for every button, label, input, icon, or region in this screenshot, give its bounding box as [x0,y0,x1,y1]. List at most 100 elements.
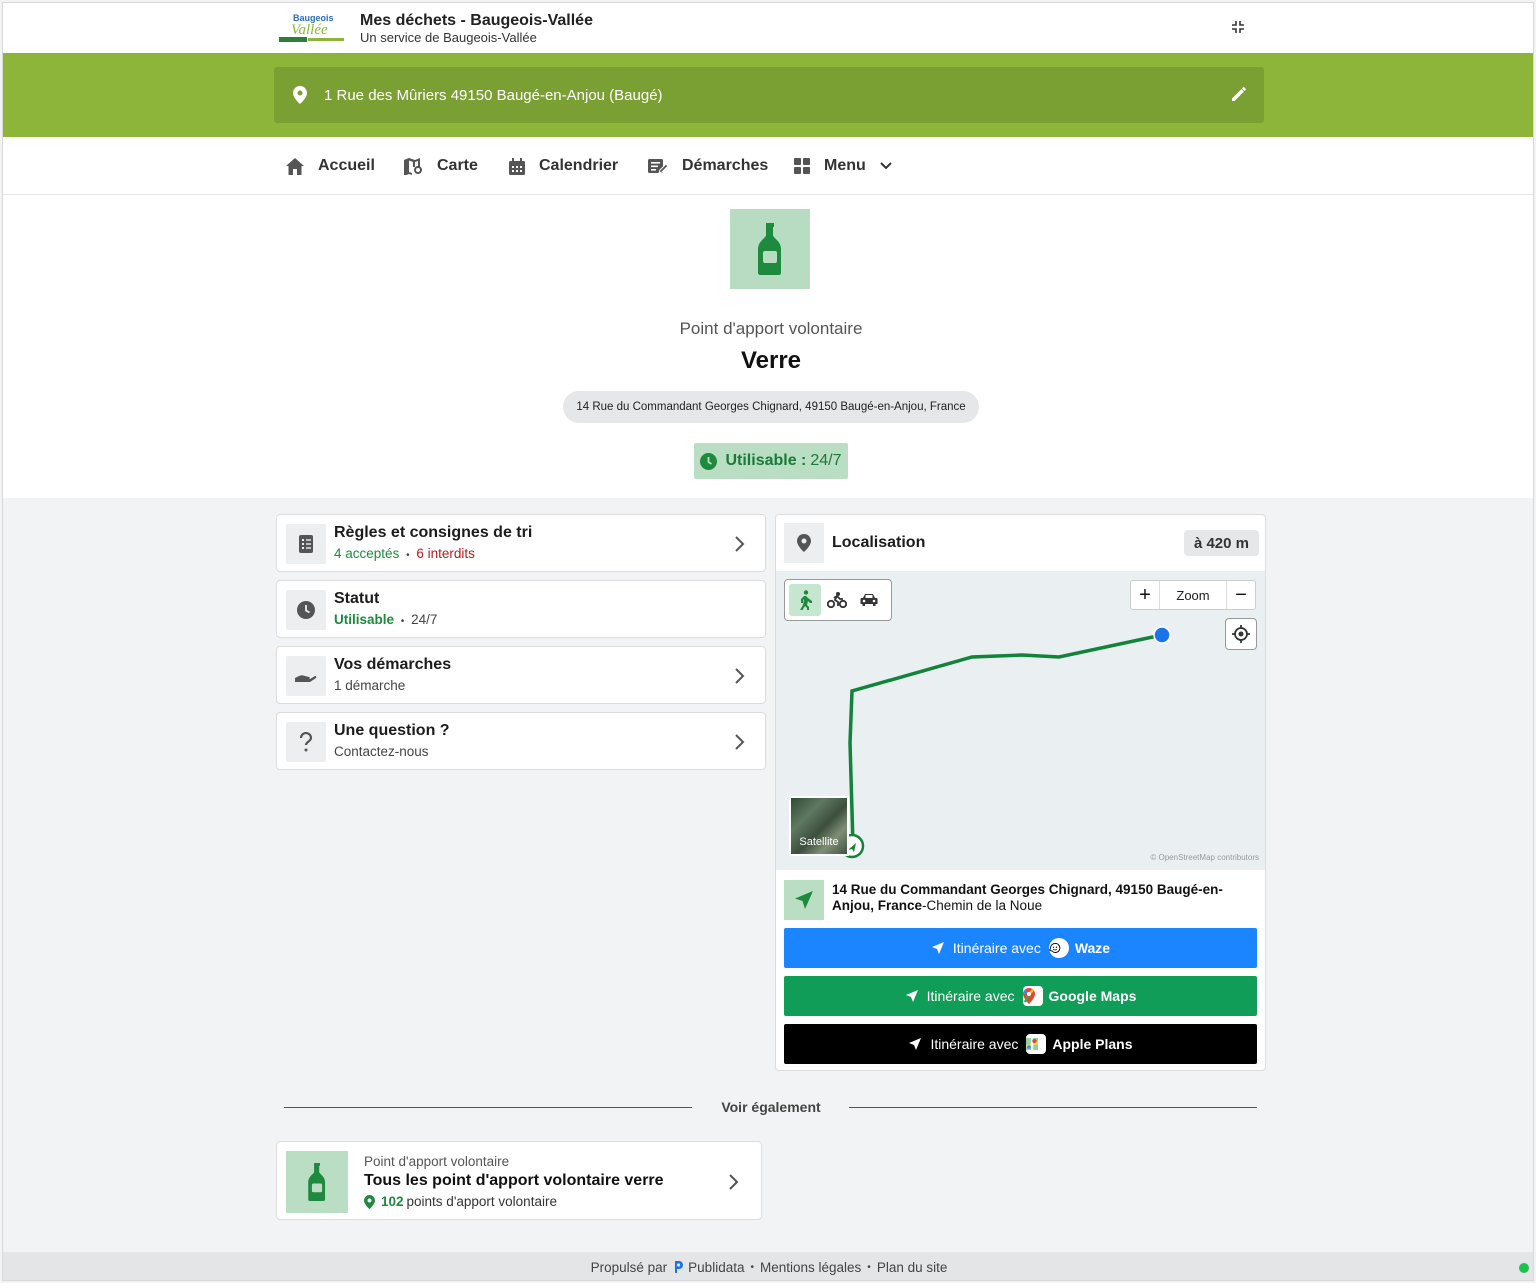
pencil-icon[interactable] [1230,85,1250,105]
nav-menu[interactable]: Menu [794,137,892,195]
google-maps-icon [1022,986,1043,1006]
publidata-link[interactable]: Publidata [673,1260,744,1275]
satellite-label: Satellite [799,836,839,848]
forbidden-label: interdits [427,546,475,561]
hero-kicker: Point d'apport volontaire [679,319,863,338]
nav-carte[interactable]: Carte [403,137,478,195]
card-status: Statut Utilisable • 24/7 [276,580,766,638]
accepted-label: acceptés [345,546,400,561]
localisation-title: Localisation [832,534,926,551]
card-question[interactable]: Une question ? Contactez-nous [276,712,766,770]
see-also-label: Voir également [721,1099,821,1115]
chevron-right-icon [735,668,745,684]
hero-section: Point d'apport volontaire Verre 14 Rue d… [3,195,1533,498]
card-title: Statut [334,590,380,607]
nav-demarches[interactable]: Démarches [648,137,768,195]
navigation-arrow-icon [784,880,824,920]
see-also-kicker: Point d'apport volontaire [364,1154,510,1169]
address-selector[interactable]: 1 Rue des Mûriers 49150 Baugé-en-Anjou (… [274,67,1264,123]
current-address: 1 Rue des Mûriers 49150 Baugé-en-Anjou (… [324,86,663,104]
separator: • [406,550,410,561]
clock-icon [286,590,326,630]
locate-me-icon[interactable] [1225,618,1257,650]
nav-label: Démarches [682,157,769,174]
zoom-control: + Zoom − [1130,580,1256,610]
walk-icon[interactable] [789,584,821,616]
zoom-in-button[interactable]: + [1131,581,1159,609]
distance-badge: à 420 m [1183,530,1259,556]
legal-link[interactable]: Mentions légales [760,1260,861,1275]
card-subtitle: Contactez-nous [334,744,429,759]
powered-by-text: Propulsé par [590,1259,668,1275]
nav-label: Calendrier [539,157,619,174]
nav-accueil[interactable]: Accueil [286,137,375,195]
chevron-right-icon [729,1174,739,1190]
hours-text: 24/7 [411,612,438,627]
divider-right [849,1107,1257,1108]
map-pin-icon [784,523,824,563]
compress-icon[interactable] [1227,16,1249,38]
logo-text-main: Vallée [291,22,328,38]
sitemap-link[interactable]: Plan du site [877,1260,948,1275]
baugeois-vallee-logo[interactable]: Baugeois Vallée [277,11,347,45]
map-pin-icon [290,85,310,105]
nav-calendrier[interactable]: Calendrier [509,137,618,195]
button-brand: Apple Plans [1052,1036,1133,1052]
navigation-arrow-icon [931,942,944,954]
card-title: Règles et consignes de tri [334,524,533,541]
nav-label: Accueil [318,157,375,174]
nav-label: Carte [437,157,478,174]
separator: • [867,1261,871,1273]
waze-icon [1048,938,1069,958]
question-icon [286,722,326,762]
map-attribution[interactable]: © OpenStreetMap contributors [1150,853,1259,862]
page-title: Verre [740,347,802,374]
apple-plans-icon [1026,1034,1047,1054]
zoom-out-button[interactable]: − [1227,581,1255,609]
page: Baugeois Vallée Mes déchets - Baugeois-V… [2,2,1534,1281]
route-map[interactable]: + Zoom − Satellite © OpenStreetMap contr… [776,571,1265,870]
publidata-label: Publidata [688,1259,745,1275]
separator: • [750,1261,754,1273]
google-maps-button[interactable]: Itinéraire avec Google Maps [784,976,1257,1016]
chevron-down-icon [880,162,892,170]
localisation-panel: Localisation à 420 m + Zoom − Satellite … [775,514,1266,1071]
clock-icon [700,452,718,470]
home-icon [286,157,304,175]
see-also-card[interactable]: Point d'apport volontaire Tous les point… [276,1141,762,1220]
address-band: 1 Rue des Mûriers 49150 Baugé-en-Anjou (… [3,53,1533,137]
checklist-icon [286,524,326,564]
waze-button[interactable]: Itinéraire avec Waze [784,928,1257,968]
status-indicator [1519,1263,1529,1273]
forbidden-count: 6 [416,546,424,561]
divider-left [284,1107,692,1108]
grid-icon [794,158,810,174]
button-brand: Waze [1074,940,1111,956]
destination-address: 14 Rue du Commandant Georges Chignard, 4… [832,882,1260,914]
car-icon[interactable] [853,584,885,616]
destination-locality: -Chemin de la Noue [922,898,1043,913]
button-brand: Google Maps [1048,988,1137,1004]
bike-icon[interactable] [821,584,853,616]
nav-label: Menu [824,157,866,174]
see-also-count-label: points d'apport volontaire [406,1194,557,1209]
navigation-arrow-icon [909,1038,922,1050]
destination-row: 14 Rue du Commandant Georges Chignard, 4… [776,870,1265,926]
app-title: Mes déchets - Baugeois-Vallée [360,12,593,29]
card-subtitle: Utilisable • 24/7 [334,612,437,627]
bottle-icon [730,209,810,289]
publidata-icon [675,1261,684,1273]
zoom-label: Zoom [1159,581,1227,609]
status-label: Utilisable : [725,452,807,469]
button-prefix: Itinéraire avec [952,940,1041,956]
satellite-toggle[interactable]: Satellite [789,796,849,856]
apple-plans-button[interactable]: Itinéraire avec Apple Plans [784,1024,1257,1064]
card-title: Une question ? [334,722,450,739]
separator: • [400,616,405,627]
card-demarches[interactable]: Vos démarches 1 démarche [276,646,766,704]
map-icon [404,158,422,175]
main-nav: Accueil Carte Calendrier Démarches Menu [3,137,1533,195]
card-rules[interactable]: Règles et consignes de tri 4 acceptés • … [276,514,766,572]
map-pin-icon [364,1194,375,1209]
chevron-right-icon [735,734,745,750]
